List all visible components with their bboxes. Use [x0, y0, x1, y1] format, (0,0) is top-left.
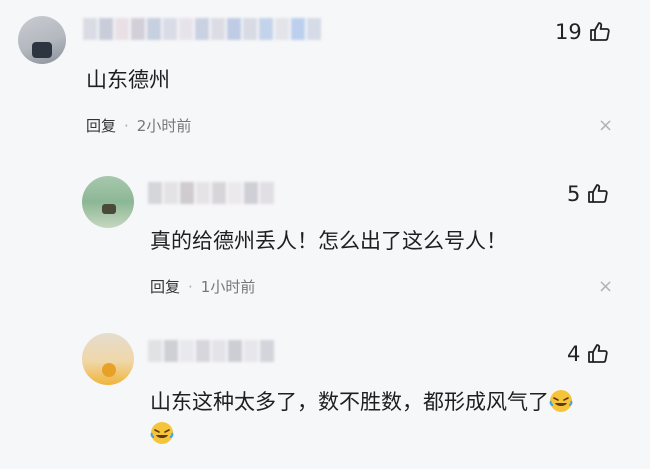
- laughing-crying-emoji-icon: [549, 390, 573, 412]
- comment-text-line1: 山东这种太多了，数不胜数，都形成风气了: [150, 390, 549, 414]
- avatar-image: [102, 204, 116, 214]
- close-icon[interactable]: ×: [598, 117, 613, 135]
- comment-text: 山东这种太多了，数不胜数，都形成风气了: [150, 388, 573, 416]
- avatar[interactable]: [82, 176, 134, 228]
- avatar[interactable]: [18, 16, 66, 64]
- separator: ·: [124, 117, 129, 135]
- comment-text-line2: [150, 420, 174, 448]
- like-button[interactable]: 4: [567, 342, 610, 366]
- laughing-crying-emoji-icon: [150, 422, 174, 444]
- thumbs-up-icon: [588, 184, 609, 203]
- like-count: 4: [567, 342, 581, 366]
- timestamp: 1小时前: [200, 278, 256, 296]
- comment-meta: 回复 · 1小时前: [150, 277, 255, 297]
- thumbs-up-icon: [589, 22, 610, 41]
- separator: ·: [188, 278, 193, 296]
- avatar[interactable]: [82, 333, 134, 385]
- timestamp: 2小时前: [136, 117, 192, 135]
- avatar-image: [102, 363, 116, 377]
- comment-text: 真的给德州丢人！怎么出了这么号人！: [150, 229, 507, 253]
- thumbs-up-icon: [588, 344, 609, 363]
- username-blurred[interactable]: [148, 340, 274, 362]
- reply-button[interactable]: 回复: [86, 117, 116, 135]
- username-blurred[interactable]: [148, 182, 274, 204]
- comment-meta: 回复 · 2小时前: [86, 116, 191, 136]
- reply-button[interactable]: 回复: [150, 278, 180, 296]
- username-blurred[interactable]: [83, 18, 321, 40]
- like-count: 19: [555, 20, 582, 44]
- like-count: 5: [567, 182, 581, 206]
- close-icon[interactable]: ×: [598, 278, 613, 296]
- like-button[interactable]: 5: [567, 182, 610, 206]
- like-button[interactable]: 19: [555, 20, 612, 44]
- avatar-image: [32, 42, 52, 58]
- comment-text: 山东德州: [86, 68, 170, 92]
